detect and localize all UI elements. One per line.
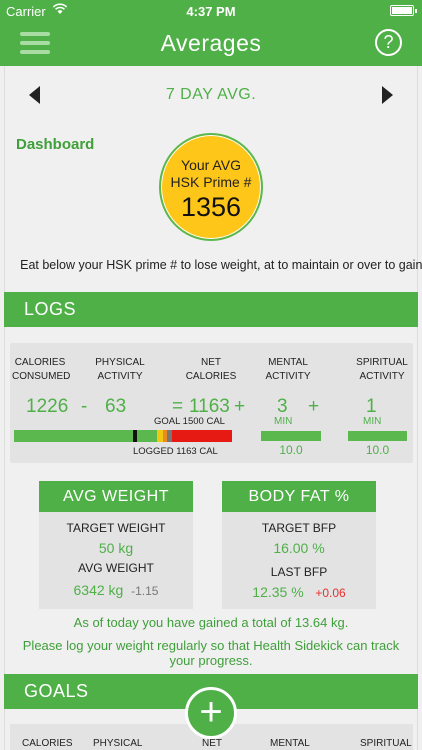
logs-section-header: LOGS xyxy=(4,292,418,327)
calories-consumed-value: 1226 xyxy=(26,396,69,417)
page-title: Averages xyxy=(160,30,262,56)
body-fat-card[interactable]: BODY FAT % TARGET BFP 16.00 % LAST BFP 1… xyxy=(222,481,376,609)
spiritual-min-label: MIN xyxy=(363,416,382,427)
goals-header-calories: CALORIES xyxy=(22,738,73,749)
net-calories-value: 1163 xyxy=(189,396,230,417)
avg-weight-label: AVG WEIGHT xyxy=(78,561,154,575)
battery-icon xyxy=(390,5,417,16)
minus-sign: - xyxy=(81,396,88,417)
avg-weight-value: 6342 kg xyxy=(73,582,124,598)
header-physical-activity: PHYSICAL ACTIVITY xyxy=(95,357,145,382)
goals-header-physical: PHYSICAL xyxy=(93,738,143,749)
target-weight-label: TARGET WEIGHT xyxy=(66,521,166,535)
status-bar: Carrier 4:37 PM xyxy=(0,0,422,22)
goal-calories-text: GOAL 1500 CAL xyxy=(154,416,225,427)
avg-weight-card[interactable]: AVG WEIGHT TARGET WEIGHT 50 kg AVG WEIGH… xyxy=(39,481,193,609)
next-period-arrow-icon[interactable] xyxy=(382,86,393,104)
last-bfp-value: 12.35 % xyxy=(252,584,304,600)
prime-value: 1356 xyxy=(180,192,242,222)
bar-green-segment-2 xyxy=(137,430,157,442)
last-bfp-row: 12.35 % +0.06 xyxy=(222,584,376,600)
goals-header-mental: MENTAL xyxy=(270,738,310,749)
last-bfp-change: +0.06 xyxy=(315,586,346,600)
mental-progress-bar xyxy=(261,431,321,441)
prime-line2: HSK Prime # xyxy=(170,174,252,190)
avg-weight-change: -1.15 xyxy=(131,584,159,598)
clock: 4:37 PM xyxy=(186,4,236,19)
nav-bar: Averages ? xyxy=(0,22,422,66)
physical-activity-value: 63 xyxy=(105,396,127,417)
equals-sign: = xyxy=(172,396,184,417)
bar-red-segment xyxy=(172,430,232,442)
dashboard-label: Dashboard xyxy=(16,136,95,153)
spiritual-activity-value: 1 xyxy=(366,396,377,417)
add-entry-button[interactable]: + xyxy=(185,687,237,739)
prime-hint: Eat below your HSK prime # to lose weigh… xyxy=(20,258,422,272)
period-label: 7 DAY AVG. xyxy=(165,86,257,103)
mental-min-label: MIN xyxy=(274,416,293,427)
logged-calories-text: LOGGED 1163 CAL xyxy=(133,446,218,457)
last-bfp-label: LAST BFP xyxy=(270,565,328,579)
avg-weight-title: AVG WEIGHT xyxy=(39,481,193,512)
spiritual-avg-value: 10.0 xyxy=(365,443,390,457)
weight-gain-message: As of today you have gained a total of 1… xyxy=(73,615,349,630)
mental-avg-value: 10.0 xyxy=(279,443,303,457)
header-calories-consumed: CALORIES CONSUMED xyxy=(12,357,71,382)
header-mental-activity: MENTAL ACTIVITY xyxy=(265,357,311,382)
bar-green-segment xyxy=(14,430,133,442)
period-selector: 7 DAY AVG. xyxy=(0,86,422,108)
help-icon[interactable]: ? xyxy=(375,29,402,56)
header-net-calories: NET CALORIES xyxy=(185,357,237,382)
avg-weight-row: 6342 kg -1.15 xyxy=(39,582,193,598)
target-bfp-value: 16.00 % xyxy=(273,540,325,556)
header-spiritual-activity: SPIRITUAL ACTIVITY xyxy=(356,357,408,382)
plus-sign-1: + xyxy=(234,396,246,417)
mental-activity-value: 3 xyxy=(277,396,288,417)
body-fat-title: BODY FAT % xyxy=(222,481,376,512)
goals-header-net: NET xyxy=(202,738,222,749)
prime-line1: Your AVG xyxy=(181,157,241,173)
goals-header-spiritual: SPIRITUAL xyxy=(360,738,412,749)
hsk-prime-badge: Your AVG HSK Prime # 1356 xyxy=(159,133,263,241)
log-weight-advice: Please log your weight regularly so that… xyxy=(22,638,400,668)
plus-sign-2: + xyxy=(308,396,320,417)
spiritual-progress-bar xyxy=(348,431,407,441)
target-bfp-label: TARGET BFP xyxy=(261,521,337,535)
target-weight-value: 50 kg xyxy=(98,540,134,556)
